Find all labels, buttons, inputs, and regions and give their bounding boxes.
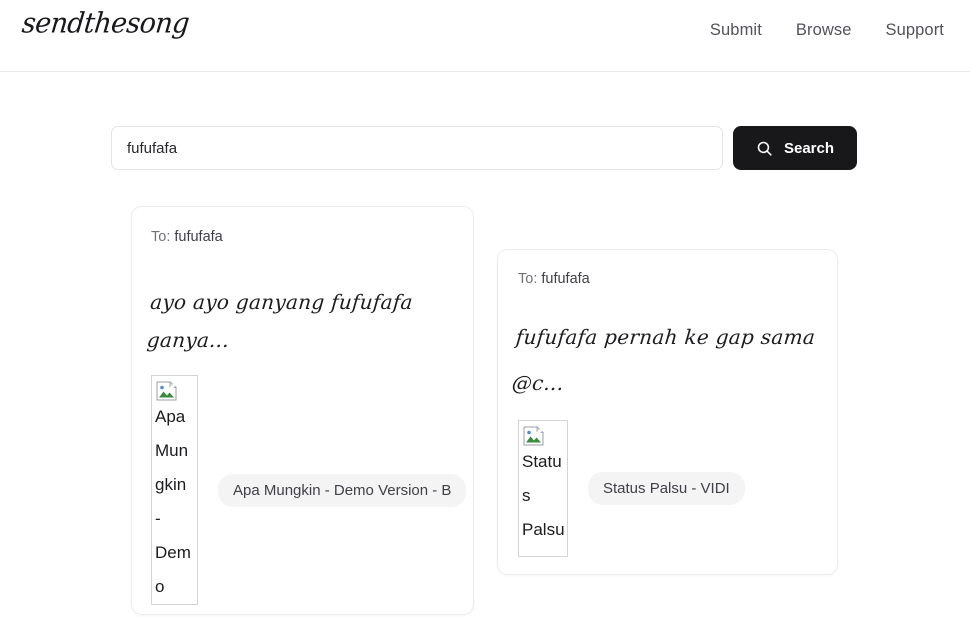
broken-image-icon xyxy=(156,379,178,401)
card-recipient: To: fufufafa xyxy=(518,271,590,287)
card-recipient-name: fufufafa xyxy=(541,271,590,287)
card-message: ayo ayo ganyang fufufafa ganya... xyxy=(145,290,414,352)
result-card[interactable]: To: fufufafa fufufafa pernah ke gap sama… xyxy=(497,249,838,575)
track-label[interactable]: Apa Mungkin - Demo Version - B xyxy=(218,473,467,507)
card-media-row: Apa Mungkin - Demo Version - by Berna Ap… xyxy=(151,375,467,605)
card-recipient-name: fufufafa xyxy=(174,229,223,245)
broken-image-alt-text: Apa Mungkin - Demo Version - by Berna xyxy=(155,407,191,596)
card-recipient: To: fufufafa xyxy=(151,229,223,245)
track-label[interactable]: Status Palsu - VIDI xyxy=(588,472,745,505)
card-recipient-label: To: xyxy=(151,229,171,245)
broken-image-placeholder[interactable]: Apa Mungkin - Demo Version - by Berna xyxy=(151,375,198,605)
broken-image-alt-text: Status Palsu by VIDI xyxy=(522,452,565,556)
card-message: fufufafa pernah ke gap sama @c... xyxy=(510,325,817,395)
result-card[interactable]: To: fufufafa ayo ayo ganyang fufufafa ga… xyxy=(131,206,474,615)
card-recipient-label: To: xyxy=(518,271,538,287)
broken-image-placeholder[interactable]: Status Palsu by VIDI xyxy=(518,420,568,557)
search-results: To: fufufafa ayo ayo ganyang fufufafa ga… xyxy=(0,0,970,623)
broken-image-icon xyxy=(523,424,545,446)
card-media-row: Status Palsu by VIDI Status Palsu - VIDI xyxy=(518,420,745,557)
